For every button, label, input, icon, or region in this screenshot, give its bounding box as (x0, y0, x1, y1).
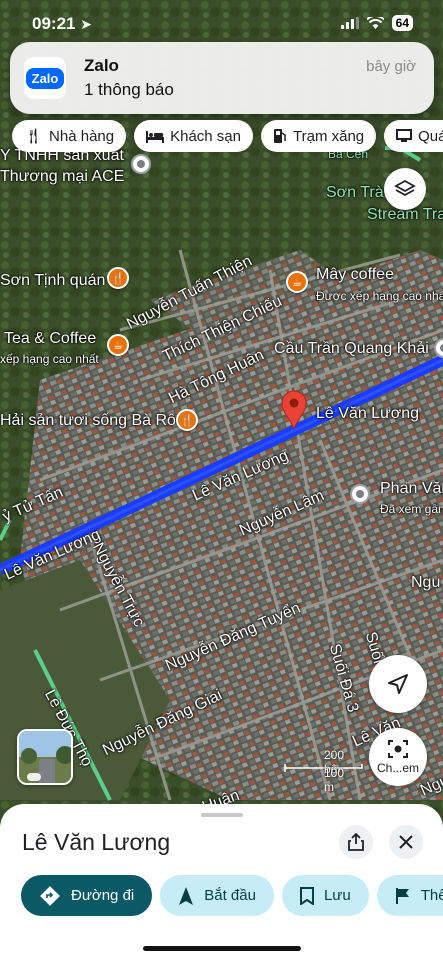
camera-lens-icon (388, 740, 408, 758)
my-location-button[interactable] (369, 655, 427, 713)
location-arrow-icon: ➤ (80, 16, 92, 32)
flag-icon (395, 887, 409, 904)
directions-label: Đường đi (71, 887, 135, 904)
sheet-drag-handle[interactable] (201, 813, 243, 817)
map-label-ngu-right: Ngu (411, 574, 441, 591)
chip-hotels[interactable]: Khách sạn (134, 120, 253, 152)
restaurant-marker-icon[interactable]: 🍴 (107, 267, 129, 289)
add-label-button[interactable]: Thê (376, 875, 443, 916)
category-chips: 🍴︎ Nhà hàng Khách sạn Trạm xăng Quá (12, 120, 443, 152)
map-label-ace-2: Thương mại ACE (0, 168, 125, 185)
close-button[interactable] (389, 825, 423, 859)
signal-icon (340, 17, 359, 29)
share-button[interactable] (339, 825, 373, 859)
status-bar: 09:21 ➤ 64 (0, 0, 443, 44)
chip-gas-stations[interactable]: Trạm xăng (261, 120, 377, 152)
cafe-marker-icon[interactable]: ☕ (286, 271, 308, 293)
map-label-may-coffee-rating: Được xếp hạng cao nhất (316, 289, 443, 303)
navigation-arrow-icon (388, 674, 408, 694)
zalo-app-icon: Zalo (24, 57, 66, 99)
map-label-le-van-luong-pin: Lê Văn Lương (316, 405, 420, 422)
map-label-son-tinh-quan: Sơn Tịnh quán (0, 272, 106, 289)
lens-button[interactable]: Ch...em (369, 728, 427, 786)
navigation-arrow-icon (179, 886, 194, 905)
notification-body: 1 thông báo (84, 80, 174, 99)
map-label-hai-san: Hải sản tươi sống Bà Rô (0, 412, 176, 429)
map-label-may-coffee: Mây coffee (316, 266, 394, 283)
battery-indicator: 64 (391, 15, 413, 31)
start-label: Bắt đầu (204, 887, 256, 904)
chip-label: Quá (418, 127, 443, 145)
chip-shopping[interactable]: Quá (384, 120, 443, 152)
start-button[interactable]: Bắt đầu (160, 875, 274, 916)
directions-icon (40, 885, 60, 906)
shop-icon (396, 129, 413, 142)
place-title: Lê Văn Lương (22, 829, 171, 855)
clock: 09:21 (32, 14, 76, 33)
cafe-marker-2-icon[interactable]: ☕ (107, 334, 129, 356)
layers-icon (394, 179, 416, 197)
home-indicator[interactable] (143, 946, 301, 951)
share-icon (348, 833, 364, 851)
notification-time: bây giờ (366, 58, 416, 75)
save-button[interactable]: Lưu (281, 875, 369, 916)
chip-restaurants[interactable]: 🍴︎ Nhà hàng (12, 120, 127, 152)
map-label-cau-tran-quang-khai: Cầu Trần Quang Khải (274, 340, 429, 357)
notification-title: Zalo (84, 56, 119, 75)
scale-bottom-label: 100 m (324, 766, 345, 794)
lens-label: Ch...em (376, 761, 419, 775)
map-label-phan-van-sub: Đã xem gần (380, 502, 443, 516)
map-label-tea-coffee: Tea & Coffee (4, 330, 97, 347)
chip-label: Nhà hàng (49, 127, 115, 145)
street-view-image (19, 731, 71, 783)
place-actions: Đường đi Bắt đầu Lưu Thê (21, 875, 443, 916)
layers-button[interactable] (384, 168, 426, 210)
restaurant-marker-2-icon[interactable]: 🍴 (176, 409, 198, 431)
chip-label: Khách sạn (170, 127, 241, 145)
close-icon (399, 835, 413, 849)
bed-icon (146, 131, 165, 143)
bookmark-icon (299, 886, 314, 905)
chip-label: Trạm xăng (293, 127, 365, 145)
map-label-tea-coffee-rating: xếp hạng cao nhất (0, 352, 99, 366)
map-label-phan-van: Phan Văn (380, 480, 443, 497)
zalo-logo-text: Zalo (25, 67, 65, 89)
status-time: 09:21 ➤ (32, 14, 92, 34)
poi-marker-phan-van[interactable] (350, 484, 370, 504)
status-icons: 64 (340, 15, 413, 31)
poi-marker-ace[interactable] (131, 154, 151, 174)
zalo-notification[interactable]: Zalo Zalo 1 thông báo bây giờ (10, 42, 434, 114)
street-view-thumbnail[interactable] (17, 729, 73, 785)
place-bottom-sheet[interactable]: Lê Văn Lương Đường đi Bắt đầu Lưu Thê (0, 804, 443, 959)
fork-knife-icon: 🍴︎ (24, 128, 44, 145)
directions-button[interactable]: Đường đi (21, 875, 153, 916)
save-label: Lưu (323, 887, 351, 904)
wifi-icon (366, 17, 384, 29)
add-label-label: Thê (420, 887, 443, 904)
gas-pump-icon (274, 129, 286, 143)
